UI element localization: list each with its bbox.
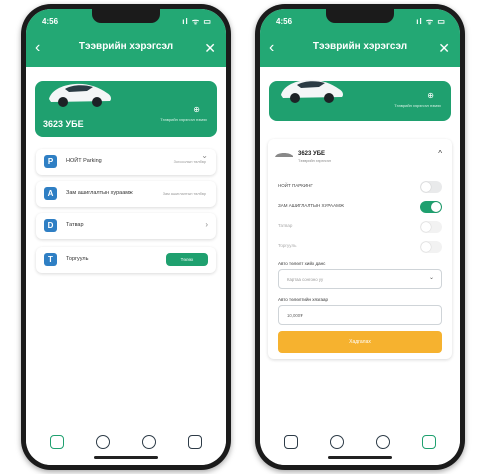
small-car-icon [275, 153, 293, 157]
content: ⊕ Тээврийн хэрэгсэл нэмэх 3623 УБЕ Тээвр… [260, 67, 460, 425]
toggle-row-parking: НОЙТ ПАРКИНГ [278, 181, 442, 193]
right-screen: 4:56 ıl ᯤ ▭ ‹ Тээврийн хэрэгсэл ✕ ⊕ Тээв… [260, 9, 460, 465]
menu-meta: Зам ашиглалтын төлбөр [162, 192, 206, 196]
toggle-row-road-fee: ЗАМ АШИГЛАЛТЫН ХУРААМЖ [278, 201, 442, 213]
vehicle-card[interactable]: 3623 УБЕ ⊕ Тээврийн хэрэгсэл нэмэх [35, 81, 217, 137]
pay-button[interactable]: Төлөх [166, 253, 208, 266]
vehicle-card[interactable]: ⊕ Тээврийн хэрэгсэл нэмэх [269, 79, 451, 121]
tab-bar [260, 425, 460, 465]
home-indicator [94, 456, 158, 459]
menu-meta: Зогсоолын төлбөр [173, 160, 206, 164]
account-label: Авто төлөлт хийх данс [278, 261, 326, 266]
system-icons: ıl ᯤ ▭ [182, 17, 212, 26]
vehicle-subtitle: Тээврийн хэрэгсэл [298, 159, 331, 163]
add-vehicle-icon[interactable]: ⊕ [193, 105, 200, 114]
home-indicator [328, 456, 392, 459]
menu-item-parking[interactable]: P НОЙТ Parking Зогсоолын төлбөр ⌄ [36, 149, 216, 175]
tax-icon: D [44, 219, 57, 232]
history-icon[interactable] [142, 435, 156, 449]
left-screen: 4:56 ıl ᯤ ▭ ‹ Тээврийн хэрэгсэл ✕ 3623 У… [26, 9, 226, 465]
add-vehicle-icon[interactable]: ⊕ [427, 91, 434, 100]
account-select[interactable]: Картаа сонгоно уу ⌄ [278, 269, 442, 289]
page-title: Тээврийн хэрэгсэл [312, 41, 408, 52]
header: ‹ Тээврийн хэрэгсэл ✕ [26, 31, 226, 67]
right-phone: 4:56 ıl ᯤ ▭ ‹ Тээврийн хэрэгсэл ✕ ⊕ Тээв… [255, 4, 465, 470]
fines-icon: T [44, 253, 57, 266]
limit-input[interactable]: 10,000₮ [278, 305, 442, 325]
menu-label: НОЙТ Parking [66, 158, 102, 164]
status-time: 4:56 [42, 17, 59, 26]
menu-item-road-fee[interactable]: A Зам ашиглалтын хураамж Зам ашиглалтын … [36, 181, 216, 207]
home-icon[interactable] [50, 435, 64, 449]
left-phone: 4:56 ıl ᯤ ▭ ‹ Тээврийн хэрэгсэл ✕ 3623 У… [21, 4, 231, 470]
menu-item-fines[interactable]: T Торгууль Төлөх [36, 247, 216, 273]
vehicle-plate: 3623 УБЕ [298, 151, 326, 157]
parking-icon: P [44, 155, 57, 168]
close-icon[interactable]: ✕ [438, 39, 450, 57]
parking-toggle[interactable] [420, 181, 442, 193]
status-time: 4:56 [276, 17, 293, 26]
toggle-knob [421, 182, 431, 192]
toggle-row-tax: Татвар [278, 221, 442, 233]
home-icon[interactable] [284, 435, 298, 449]
toggle-knob [431, 202, 441, 212]
plate-number: 3623 УБЕ [43, 119, 84, 129]
menu-item-tax[interactable]: D Татвар › [36, 213, 216, 239]
settings-icon[interactable] [188, 435, 202, 449]
settings-icon[interactable] [422, 435, 436, 449]
header: ‹ Тээврийн хэрэгсэл ✕ [260, 31, 460, 67]
location-icon[interactable] [330, 435, 344, 449]
notch [326, 9, 394, 23]
toggle-label: НОЙТ ПАРКИНГ [278, 183, 313, 188]
status-bar: 4:56 ıl ᯤ ▭ [26, 9, 226, 31]
limit-value: 10,000₮ [287, 313, 303, 318]
add-vehicle-label: Тээврийн хэрэгсэл нэмэх [160, 117, 207, 122]
page-title: Тээврийн хэрэгсэл [78, 41, 174, 52]
toggle-label: Татвар [278, 223, 293, 228]
tab-bar [26, 425, 226, 465]
close-icon[interactable]: ✕ [204, 39, 216, 57]
toggle-label: Торгууль [278, 243, 297, 248]
road-icon: A [44, 187, 57, 200]
toggle-knob [421, 242, 431, 252]
system-icons: ıl ᯤ ▭ [416, 17, 446, 26]
tax-toggle[interactable] [420, 221, 442, 233]
car-icon [281, 79, 343, 103]
content: 3623 УБЕ ⊕ Тээврийн хэрэгсэл нэмэх P НОЙ… [26, 67, 226, 425]
add-vehicle-label: Тээврийн хэрэгсэл нэмэх [394, 103, 441, 108]
menu-label: Торгууль [66, 256, 89, 262]
road-fee-toggle[interactable] [420, 201, 442, 213]
status-bar: 4:56 ıl ᯤ ▭ [260, 9, 460, 31]
auto-pay-panel: 3623 УБЕ Тээврийн хэрэгсэл ^ НОЙТ ПАРКИН… [268, 139, 452, 359]
account-placeholder: Картаа сонгоно уу [287, 277, 324, 282]
chevron-right-icon: › [205, 220, 208, 229]
car-icon [49, 83, 111, 107]
chevron-down-icon: ⌄ [201, 151, 208, 160]
toggle-row-fines: Торгууль [278, 241, 442, 253]
location-icon[interactable] [96, 435, 110, 449]
menu-label: Татвар [66, 222, 84, 228]
notch [92, 9, 160, 23]
collapse-icon[interactable]: ^ [438, 149, 442, 158]
history-icon[interactable] [376, 435, 390, 449]
toggle-label: ЗАМ АШИГЛАЛТЫН ХУРААМЖ [278, 203, 344, 208]
chevron-down-icon: ⌄ [428, 275, 434, 281]
toggle-knob [421, 222, 431, 232]
menu-label: Зам ашиглалтын хураамж [66, 190, 133, 196]
limit-label: Авто төлөлтийн хязгаар [278, 297, 328, 302]
save-button[interactable]: Хадгалах [278, 331, 442, 353]
fines-toggle[interactable] [420, 241, 442, 253]
